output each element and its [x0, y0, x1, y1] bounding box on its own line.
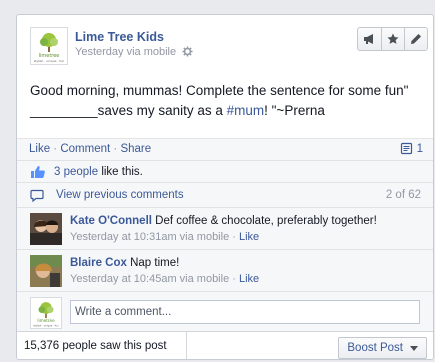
- feedback-section: Like · Comment · Share 1 3 people like t…: [17, 138, 433, 359]
- previous-comments-row: View previous comments 2 of 62: [17, 182, 433, 207]
- post-footer: 15,376 people saw this post Boost Post: [17, 331, 433, 359]
- comment-body: Kate O'Connell Def coffee & chocolate, p…: [70, 213, 377, 245]
- post-header: limetree stylish · unique · fun Lime Tre…: [17, 15, 433, 65]
- avatar[interactable]: [30, 255, 62, 287]
- comment-author-link[interactable]: Kate O'Connell: [70, 215, 152, 227]
- post-timestamp[interactable]: Yesterday via mobile: [75, 46, 176, 58]
- comment-timestamp: Yesterday at 10:31am via mobile ·: [70, 231, 239, 243]
- comment-item: Kate O'Connell Def coffee & chocolate, p…: [17, 207, 433, 249]
- post-card: limetree stylish · unique · fun Lime Tre…: [16, 14, 434, 360]
- avatar[interactable]: [30, 213, 62, 245]
- gear-icon[interactable]: [182, 46, 193, 60]
- like-link[interactable]: Like: [29, 143, 50, 155]
- avatar: limetree stylish · unique · fun: [30, 297, 62, 329]
- comment-body: Blaire Cox Nap time! Yesterday at 10:45a…: [70, 255, 259, 287]
- write-comment-input[interactable]: [70, 300, 420, 324]
- separator: ·: [110, 143, 121, 155]
- post-text: Good morning, mummas! Complete the sente…: [30, 83, 409, 118]
- share-link[interactable]: Share: [120, 143, 151, 155]
- comment-like-link[interactable]: Like: [239, 231, 259, 243]
- hashtag-link[interactable]: #mum: [227, 103, 265, 118]
- separator: ·: [50, 143, 61, 155]
- highlight-button[interactable]: [381, 28, 404, 50]
- megaphone-icon: [364, 34, 373, 44]
- post-message: Good morning, mummas! Complete the sente…: [30, 81, 422, 121]
- comment-like-link[interactable]: Like: [239, 273, 259, 285]
- comment-composer: limetree stylish · unique · fun: [17, 291, 433, 331]
- post-toolbar: [357, 27, 428, 51]
- edit-button[interactable]: [404, 28, 427, 50]
- post-text-tail: ! "~Prerna: [264, 103, 325, 118]
- likes-row: 3 people like this.: [17, 160, 433, 182]
- comment-text: Def coffee & chocolate, preferably toget…: [151, 215, 377, 227]
- action-links: Like · Comment · Share: [29, 143, 151, 155]
- post-meta: Yesterday via mobile: [75, 46, 193, 60]
- chevron-down-icon: [410, 345, 418, 351]
- comment-link[interactable]: Comment: [60, 143, 110, 155]
- svg-text:stylish · unique · fun: stylish · unique · fun: [33, 323, 59, 327]
- svg-text:stylish · unique · fun: stylish · unique · fun: [34, 59, 65, 63]
- likers-link[interactable]: 3 people: [54, 166, 98, 178]
- svg-text:limetree: limetree: [37, 318, 55, 323]
- lime-tree-logo-icon: limetree stylish · unique · fun: [33, 302, 59, 327]
- promote-button[interactable]: [358, 28, 381, 50]
- comment-author-link[interactable]: Blaire Cox: [70, 257, 127, 269]
- comment-timestamp: Yesterday at 10:45am via mobile ·: [70, 273, 239, 285]
- comment-count[interactable]: 1: [400, 142, 423, 155]
- lime-tree-logo-icon: limetree stylish · unique · fun: [34, 33, 65, 63]
- page-avatar[interactable]: limetree stylish · unique · fun: [30, 27, 68, 65]
- comment-text: Nap time!: [126, 257, 180, 269]
- view-previous-comments-link[interactable]: View previous comments: [56, 189, 184, 201]
- pencil-icon: [411, 34, 421, 44]
- post-reach[interactable]: 15,376 people saw this post: [17, 332, 187, 359]
- comment-item: Blaire Cox Nap time! Yesterday at 10:45a…: [17, 249, 433, 291]
- boost-post-button[interactable]: Boost Post: [338, 337, 427, 359]
- comment-count-icon: [400, 142, 412, 155]
- comment-pager: 2 of 62: [385, 189, 421, 201]
- likes-summary: 3 people like this.: [54, 166, 143, 178]
- likes-suffix: like this.: [98, 166, 143, 178]
- thumbs-up-icon: [30, 165, 46, 182]
- speech-bubble-icon: [30, 189, 44, 205]
- page-name-link[interactable]: Lime Tree Kids: [75, 30, 164, 44]
- star-icon: [387, 33, 399, 44]
- comment-count-value: 1: [416, 142, 423, 155]
- boost-post-label: Boost Post: [347, 342, 403, 354]
